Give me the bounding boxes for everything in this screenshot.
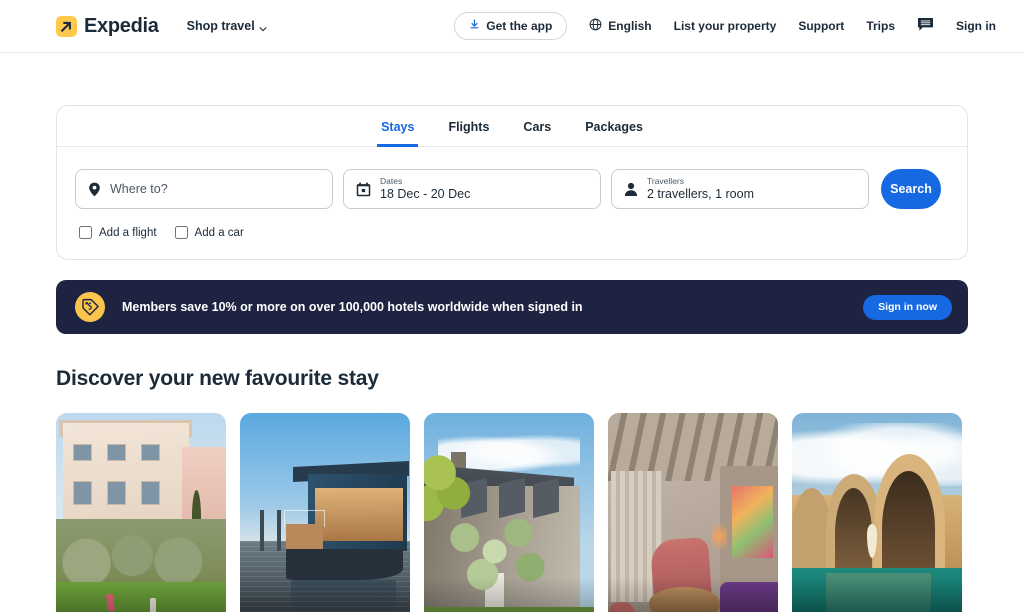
download-icon <box>469 19 480 33</box>
sign-in-label: Sign in <box>956 19 996 33</box>
banner-message: Members save 10% or more on over 100,000… <box>122 300 583 314</box>
travellers-value: 2 travellers, 1 room <box>647 186 754 201</box>
search-fields: Where to? Dates 18 Dec - 20 Dec Travelle… <box>75 169 949 209</box>
destination-placeholder: Where to? <box>110 182 168 196</box>
chevron-down-icon <box>259 22 267 32</box>
tab-cars[interactable]: Cars <box>519 106 555 147</box>
location-pin-icon <box>88 182 101 197</box>
price-tag-icon <box>75 292 105 322</box>
card-gradient-overlay <box>424 577 594 612</box>
members-promo-banner: Members save 10% or more on over 100,000… <box>56 280 968 334</box>
property-card-houseboat[interactable]: Houseboat <box>240 413 410 612</box>
shop-travel-label: Shop travel <box>186 19 255 33</box>
header-nav: Get the app English List your property S… <box>454 12 996 40</box>
globe-icon <box>589 18 602 34</box>
discover-section-title: Discover your new favourite stay <box>56 367 379 390</box>
main-content: Stays Flights Cars Packages Where to? Da… <box>0 105 1024 612</box>
support-label: Support <box>798 19 845 33</box>
person-icon <box>624 182 638 197</box>
trips-label: Trips <box>866 19 895 33</box>
search-widget: Stays Flights Cars Packages Where to? Da… <box>56 105 968 260</box>
add-a-flight-label: Add a flight <box>99 226 157 239</box>
sign-in-now-button[interactable]: Sign in now <box>863 294 952 320</box>
card-gradient-overlay <box>240 577 410 612</box>
add-a-car-checkbox[interactable]: Add a car <box>174 226 244 239</box>
search-button[interactable]: Search <box>881 169 941 209</box>
get-the-app-label: Get the app <box>486 19 553 33</box>
card-gradient-overlay <box>56 577 226 612</box>
tab-packages[interactable]: Packages <box>581 106 647 147</box>
dates-label: Dates <box>380 175 403 186</box>
language-label: English <box>608 19 652 33</box>
card-gradient-overlay <box>608 577 778 612</box>
dates-input[interactable]: Dates 18 Dec - 20 Dec <box>343 169 601 209</box>
tab-stays[interactable]: Stays <box>377 106 419 147</box>
shop-travel-menu[interactable]: Shop travel <box>187 19 267 33</box>
list-your-property-link[interactable]: List your property <box>674 19 777 33</box>
tab-flights[interactable]: Flights <box>444 106 493 147</box>
travellers-input[interactable]: Travellers 2 travellers, 1 room <box>611 169 869 209</box>
expedia-logo[interactable]: Expedia <box>56 15 159 38</box>
messages-button[interactable] <box>917 17 934 35</box>
add-a-car-label: Add a car <box>194 226 244 239</box>
property-card-villa[interactable]: Villa <box>56 413 226 612</box>
search-options: Add a flight Add a car <box>75 226 949 239</box>
site-header: Expedia Shop travel Get the app English … <box>0 0 1024 53</box>
property-card-apartment[interactable]: Apartment <box>608 413 778 612</box>
message-bubble-icon <box>917 17 934 35</box>
expedia-arrow-logo-icon <box>56 15 77 37</box>
property-card-resort[interactable]: Resort <box>792 413 962 612</box>
property-type-cards: Villa Houseboat <box>56 413 968 612</box>
language-selector[interactable]: English <box>589 18 652 34</box>
checkbox-box <box>174 226 188 239</box>
card-gradient-overlay <box>792 577 962 612</box>
add-a-flight-checkbox[interactable]: Add a flight <box>79 226 157 239</box>
brand-name: Expedia <box>84 14 159 37</box>
support-link[interactable]: Support <box>798 19 844 33</box>
trips-link[interactable]: Trips <box>866 19 895 33</box>
get-the-app-button[interactable]: Get the app <box>454 12 568 40</box>
checkbox-box <box>79 226 92 239</box>
sign-in-link[interactable]: Sign in <box>956 19 996 33</box>
travellers-label: Travellers <box>647 175 684 186</box>
dates-value: 18 Dec - 20 Dec <box>380 186 471 201</box>
calendar-icon <box>356 181 371 197</box>
search-tabs: Stays Flights Cars Packages <box>57 106 967 147</box>
destination-input[interactable]: Where to? <box>75 169 333 209</box>
property-card-cottage[interactable]: Cottage <box>424 413 594 612</box>
list-your-property-label: List your property <box>673 19 777 33</box>
